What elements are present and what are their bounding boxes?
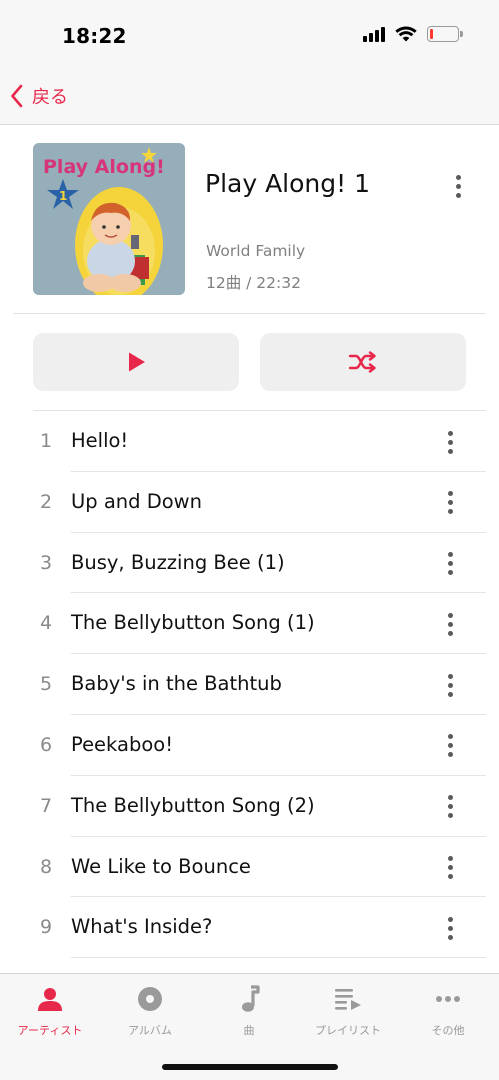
wifi-icon: [395, 26, 417, 42]
album-icon: [135, 984, 165, 1014]
track-more-button[interactable]: [438, 488, 462, 518]
track-row[interactable]: 8 We Like to Bounce: [0, 837, 499, 898]
track-title: The Bellybutton Song (1): [71, 611, 315, 635]
more-icon: [433, 984, 463, 1014]
track-number: 8: [39, 855, 53, 878]
track-more-button[interactable]: [438, 792, 462, 822]
track-more-button[interactable]: [438, 913, 462, 943]
track-number: 6: [39, 733, 53, 756]
track-number: 1: [39, 430, 53, 452]
track-number: 5: [39, 673, 53, 696]
status-bar: 18:22: [0, 0, 499, 70]
play-icon: [129, 352, 145, 372]
navigation-bar: 戻る: [0, 70, 499, 125]
chevron-left-icon: [11, 84, 23, 108]
album-title: Play Along! 1: [205, 169, 371, 198]
more-vertical-icon: [447, 430, 453, 436]
track-title: Busy, Buzzing Bee (1): [71, 550, 285, 574]
tab-label: プレイリスト: [315, 1024, 381, 1037]
more-vertical-icon: [447, 856, 453, 862]
track-more-button[interactable]: [438, 853, 462, 883]
tab-albums[interactable]: アルバム: [100, 984, 200, 1044]
track-row[interactable]: 6 Peekaboo!: [0, 715, 499, 776]
track-row[interactable]: 4 The Bellybutton Song (1): [0, 593, 499, 654]
playlist-icon: [333, 984, 363, 1014]
track-row[interactable]: 5 Baby's in the Bathtub: [0, 654, 499, 715]
tab-artists[interactable]: アーティスト: [0, 984, 100, 1044]
status-icons: [363, 26, 463, 42]
track-title: Peekaboo!: [71, 732, 174, 756]
track-more-button[interactable]: [438, 549, 462, 579]
album-more-button[interactable]: [446, 171, 470, 201]
header-divider: [13, 313, 486, 314]
more-vertical-icon: [447, 795, 453, 801]
battery-level: [430, 29, 433, 39]
track-list: 1 Hello! 2 Up and Down 3 Busy, Buzzing B…: [0, 411, 499, 958]
cellular-signal-icon: [363, 26, 385, 42]
track-number: 7: [39, 794, 53, 817]
album-artist[interactable]: World Family: [206, 242, 305, 260]
more-vertical-icon: [447, 916, 453, 922]
shuffle-icon: [348, 351, 376, 373]
music-note-icon: [234, 984, 264, 1014]
track-more-button[interactable]: [438, 427, 462, 457]
tab-bar: アーティスト アルバム 曲 プレイリスト その他: [0, 973, 499, 1080]
track-row[interactable]: 2 Up and Down: [0, 472, 499, 533]
tab-label: アルバム: [128, 1024, 172, 1037]
track-title: What's Inside?: [71, 915, 213, 939]
track-title: The Bellybutton Song (2): [71, 793, 315, 817]
more-vertical-icon: [447, 734, 453, 740]
person-icon: [35, 984, 65, 1014]
track-row[interactable]: 1 Hello!: [0, 411, 499, 472]
shuffle-button[interactable]: [260, 333, 466, 391]
tab-playlists[interactable]: プレイリスト: [298, 984, 398, 1044]
battery-icon: [427, 26, 463, 42]
play-button[interactable]: [33, 333, 239, 391]
home-indicator: [162, 1064, 338, 1070]
track-more-button[interactable]: [438, 731, 462, 761]
track-title: Up and Down: [71, 489, 202, 513]
track-more-button[interactable]: [438, 670, 462, 700]
artwork-number-text: 1: [59, 189, 67, 203]
status-time: 18:22: [62, 24, 127, 48]
more-vertical-icon: [455, 174, 461, 180]
tab-label: アーティスト: [17, 1024, 83, 1037]
tab-more[interactable]: その他: [398, 984, 498, 1044]
track-number: 3: [39, 551, 53, 574]
tab-songs[interactable]: 曲: [199, 984, 299, 1044]
track-title: We Like to Bounce: [71, 854, 251, 878]
track-row[interactable]: 7 The Bellybutton Song (2): [0, 776, 499, 837]
album-header: Play Along! 1 Play Along! 1 World Family…: [0, 125, 499, 313]
tab-label: その他: [431, 1024, 465, 1037]
track-number: 2: [39, 490, 53, 513]
track-number: 4: [39, 612, 53, 635]
more-vertical-icon: [447, 552, 453, 558]
album-artwork: Play Along! 1: [33, 143, 185, 295]
back-label: 戻る: [32, 87, 68, 108]
track-row[interactable]: 9 What's Inside?: [0, 897, 499, 958]
more-vertical-icon: [447, 491, 453, 497]
track-row[interactable]: 3 Busy, Buzzing Bee (1): [0, 533, 499, 594]
album-meta: 12曲 / 22:32: [206, 274, 301, 292]
track-title: Hello!: [71, 429, 129, 452]
more-vertical-icon: [447, 612, 453, 618]
tab-label: 曲: [243, 1024, 255, 1037]
back-button[interactable]: 戻る: [10, 80, 68, 112]
track-number: 9: [39, 916, 53, 939]
more-vertical-icon: [447, 673, 453, 679]
track-title: Baby's in the Bathtub: [71, 672, 282, 696]
track-more-button[interactable]: [438, 609, 462, 639]
